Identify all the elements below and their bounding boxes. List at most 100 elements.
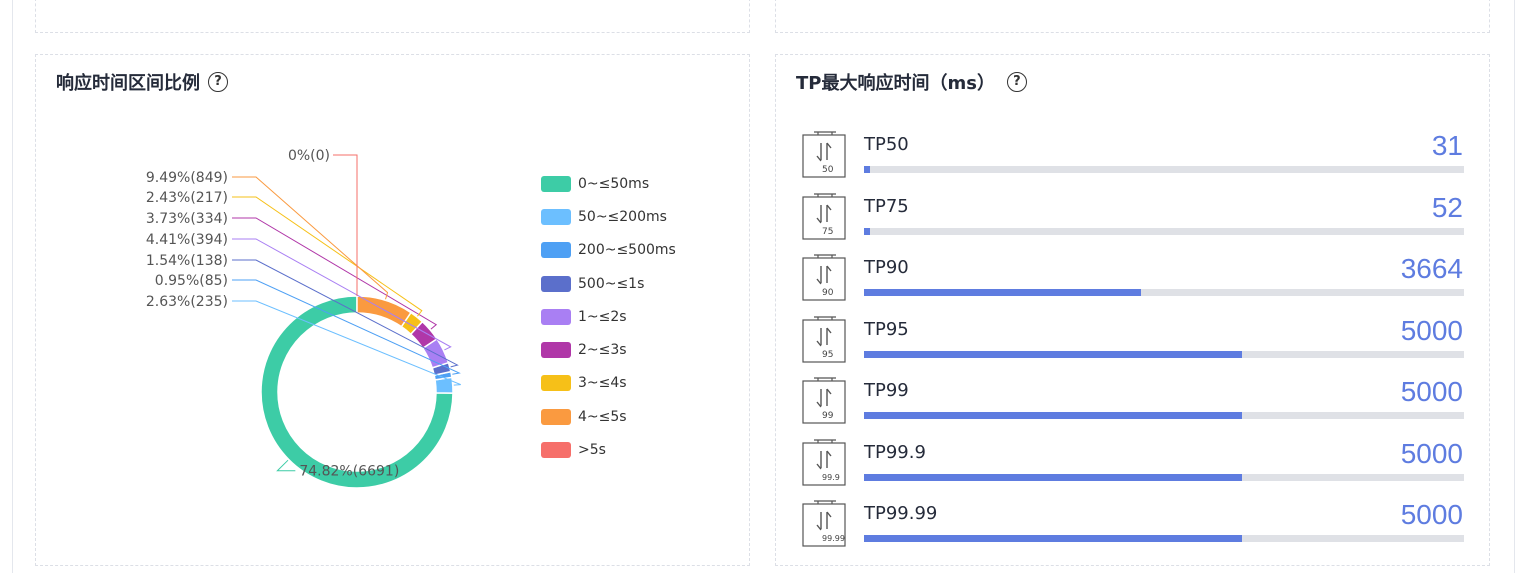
legend-swatch <box>541 308 571 325</box>
tp-progress-track <box>864 166 1464 173</box>
tp-value: 5000 <box>1400 499 1463 530</box>
pie-data-label: 1.54%(138) <box>146 253 228 269</box>
tp-progress-fill <box>864 227 870 235</box>
pie-data-label: 74.82%(6691) <box>299 464 399 480</box>
svg-text:99.99: 99.99 <box>822 534 845 543</box>
tp-name: TP99 <box>864 380 909 401</box>
legend-label: 200~≤500ms <box>578 242 676 259</box>
legend-item[interactable]: 200~≤500ms <box>541 234 676 267</box>
legend-item[interactable]: 0~≤50ms <box>541 167 676 200</box>
tp-row: 50 TP50 31 <box>802 130 1464 180</box>
legend-item[interactable]: 1~≤2s <box>541 300 676 333</box>
svg-text:50: 50 <box>822 165 834 175</box>
svg-text:95: 95 <box>822 350 833 360</box>
pie-data-label: 0%(0) <box>288 148 330 164</box>
tp-value: 5000 <box>1400 314 1463 346</box>
tp-row: 90 TP90 3664 <box>802 253 1464 303</box>
tp-progress-track <box>864 412 1464 419</box>
tp-progress-track <box>864 473 1464 481</box>
tp-row: 75 TP75 52 <box>802 192 1464 242</box>
legend-swatch <box>541 442 571 459</box>
pie-data-label: 2.63%(235) <box>146 294 228 310</box>
tp-row: 99.99 TP99.99 5000 <box>802 499 1464 549</box>
tp-value: 31 <box>1431 130 1463 161</box>
tp-progress-track <box>864 350 1464 358</box>
legend-label: 50~≤200ms <box>578 208 667 225</box>
svg-text:75: 75 <box>822 227 833 237</box>
chart-legend: 0~≤50ms 50~≤200ms 200~≤500ms 500~≤1s 1~≤2s 2~… <box>541 167 676 467</box>
legend-swatch <box>541 342 571 359</box>
legend-swatch <box>541 242 571 259</box>
tp-progress-fill <box>864 535 1242 542</box>
legend-label: 4~≤5s <box>578 408 627 425</box>
tp-progress-track <box>864 289 1464 296</box>
tp-name: TP50 <box>864 134 909 155</box>
pie-data-label: 4.41%(394) <box>146 232 228 248</box>
legend-swatch <box>541 408 571 425</box>
svg-text:99: 99 <box>822 411 834 421</box>
pie-slice[interactable] <box>356 295 412 328</box>
pie-data-label: 0.95%(85) <box>155 273 228 289</box>
help-icon[interactable]: ? <box>1006 72 1027 92</box>
svg-text:90: 90 <box>822 288 834 298</box>
page-border-right <box>1514 0 1515 573</box>
tp-progress-fill <box>864 473 1242 481</box>
legend-item[interactable]: >5s <box>541 433 676 466</box>
tp-name: TP75 <box>864 195 909 217</box>
tp-progress-track <box>864 227 1464 235</box>
tp-row: 99 TP99 5000 <box>802 376 1464 426</box>
tp-progress-fill <box>864 350 1242 358</box>
tp-value: 5000 <box>1400 376 1463 407</box>
sort-icon: 50 <box>802 131 846 178</box>
sort-icon: 99.9 <box>802 438 846 486</box>
pie-slices <box>260 295 454 489</box>
tp-name: TP95 <box>864 318 909 340</box>
tp-name: TP90 <box>864 257 909 278</box>
pie-data-label: 9.49%(849) <box>146 170 228 186</box>
legend-item[interactable]: 2~≤3s <box>541 333 676 366</box>
legend-swatch <box>541 275 571 292</box>
legend-label: 0~≤50ms <box>578 175 650 192</box>
card-title: 响应时间区间比例 ? <box>56 69 228 95</box>
card-title-text: 响应时间区间比例 <box>56 73 200 94</box>
legend-item[interactable]: 3~≤4s <box>541 367 676 400</box>
pie-leader-line <box>333 154 358 296</box>
tp-progress-fill <box>864 412 1242 419</box>
legend-label: 3~≤4s <box>578 375 627 392</box>
pie-leader-line <box>232 176 389 300</box>
tp-row: 99.9 TP99.9 5000 <box>802 438 1464 488</box>
tp-progress-fill <box>864 166 870 173</box>
donut-chart: 74.82%(6691) 2.63%(235) 0.95%(85) 1.54%(138… <box>146 148 461 489</box>
tp-name: TP99.99 <box>864 503 938 524</box>
card-title-text: TP最大响应时间（ms） <box>796 73 995 94</box>
tp-max-response-card: TP最大响应时间（ms） ? 50 TP50 31 75 TP75 52 90 … <box>775 54 1490 566</box>
tp-value: 52 <box>1431 191 1463 223</box>
pie-data-label: 3.73%(334) <box>146 211 228 227</box>
tp-progress-track <box>864 535 1464 542</box>
pie-data-label: 2.43%(217) <box>146 190 228 206</box>
legend-item[interactable]: 4~≤5s <box>541 400 676 433</box>
pie-leader-line <box>232 196 423 317</box>
tp-value: 3664 <box>1400 253 1463 284</box>
legend-label: 500~≤1s <box>578 275 645 292</box>
card-title: TP最大响应时间（ms） ? <box>796 69 1027 95</box>
sort-icon: 90 <box>802 254 846 301</box>
legend-item[interactable]: 50~≤200ms <box>541 200 676 233</box>
tp-row: 95 TP95 5000 <box>802 315 1464 365</box>
sort-icon: 99 <box>802 377 846 424</box>
tp-progress-fill <box>864 289 1141 296</box>
top-left-card <box>35 0 750 33</box>
legend-swatch <box>541 375 571 392</box>
sort-icon: 99.99 <box>802 500 846 547</box>
sort-icon: 75 <box>802 192 846 240</box>
help-icon[interactable]: ? <box>208 72 228 92</box>
sort-icon: 95 <box>802 315 846 363</box>
legend-label: >5s <box>578 442 606 459</box>
legend-item[interactable]: 500~≤1s <box>541 267 676 300</box>
legend-swatch <box>541 208 571 225</box>
response-time-ratio-card: 响应时间区间比例 ? 74.82%(6691) 2.63%(235) 0.95%(8… <box>35 54 750 566</box>
legend-label: 2~≤3s <box>578 342 627 359</box>
top-right-card <box>775 0 1490 33</box>
svg-text:99.9: 99.9 <box>822 473 840 482</box>
tp-value: 5000 <box>1400 437 1463 469</box>
